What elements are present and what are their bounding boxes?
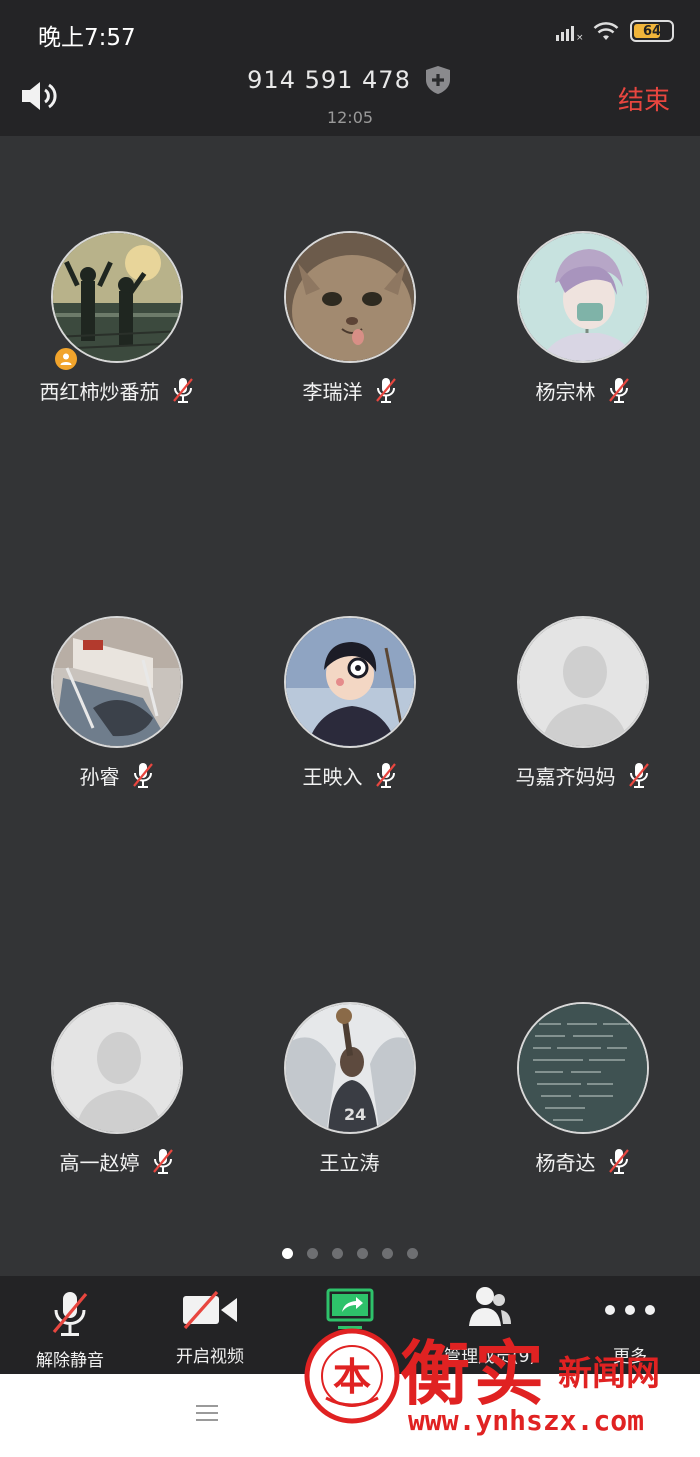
avatar-cartoon-image <box>285 618 414 746</box>
participant-name: 杨宗林 <box>535 379 596 404</box>
avatar-illustration-image <box>518 233 647 361</box>
participant-name-row: 王映入 <box>303 760 397 790</box>
participant-tile[interactable]: 马嘉齐妈妈 <box>466 616 699 790</box>
page-dot[interactable] <box>332 1248 343 1259</box>
video-off-icon <box>183 1290 237 1330</box>
avatar <box>516 616 649 748</box>
participant-grid: 西红柿炒番茄 李瑞洋 杨宗林 孙睿 王映入 马嘉齐妈妈 高一赵婷 24 王立涛 … <box>0 136 700 1276</box>
menu-icon[interactable] <box>196 1404 218 1422</box>
battery-icon: 64 <box>630 20 674 42</box>
participant-name: 高一赵婷 <box>59 1150 140 1175</box>
mic-muted-icon <box>628 763 649 788</box>
watermark-subtitle: 新闻网 <box>558 1354 660 1394</box>
mic-muted-icon <box>375 378 396 403</box>
school-seal-logo: 本 <box>304 1328 400 1424</box>
avatar <box>283 616 416 748</box>
unmute-button[interactable]: 解除静音 <box>0 1276 140 1374</box>
participant-name: 李瑞洋 <box>302 379 363 404</box>
meeting-id-row[interactable]: 914 591 478 <box>0 64 700 96</box>
avatar-sunset-image <box>52 233 181 361</box>
wifi-icon <box>593 22 619 40</box>
participant-tile[interactable]: 孙睿 <box>0 616 233 790</box>
avatar: 24 <box>283 1002 416 1134</box>
video-button[interactable]: 开启视频 <box>140 1276 280 1374</box>
participant-name-row: 李瑞洋 <box>303 375 397 405</box>
participant-tile[interactable]: 杨奇达 <box>466 1002 699 1176</box>
avatar <box>50 616 183 748</box>
default-avatar-icon <box>518 618 647 746</box>
page-dot[interactable] <box>357 1248 368 1259</box>
participant-tile[interactable]: 西红柿炒番茄 <box>0 231 233 405</box>
avatar-chalkboard-image <box>518 1004 647 1132</box>
page-dot[interactable] <box>307 1248 318 1259</box>
seal-char: 本 <box>333 1354 371 1399</box>
meeting-id: 914 591 478 <box>247 66 411 94</box>
participant-name: 杨奇达 <box>535 1150 596 1175</box>
participant-tile[interactable]: 李瑞洋 <box>233 231 466 405</box>
page-dot[interactable] <box>407 1248 418 1259</box>
participant-name: 西红柿炒番茄 <box>39 379 160 404</box>
signal-icon: × <box>556 21 584 43</box>
avatar <box>516 1002 649 1134</box>
mic-muted-icon <box>608 378 629 403</box>
page-dot[interactable] <box>382 1248 393 1259</box>
mic-muted-icon <box>608 1149 629 1174</box>
status-time: 晚上7:57 <box>38 25 136 51</box>
mic-muted-icon <box>172 378 193 403</box>
watermark-url: www.ynhszx.com <box>408 1404 645 1437</box>
avatar-basketball-image: 24 <box>285 1004 414 1132</box>
mic-muted-icon <box>52 1292 88 1336</box>
end-meeting-button[interactable]: 结束 <box>618 80 670 117</box>
participant-tile[interactable]: 24 王立涛 <box>233 1002 466 1176</box>
participant-name-row: 孙睿 <box>80 760 154 790</box>
status-icons: × 64 <box>556 20 674 43</box>
participant-name-row: 马嘉齐妈妈 <box>516 760 650 790</box>
mic-muted-icon <box>152 1149 173 1174</box>
participant-name-row: 西红柿炒番茄 <box>40 375 194 405</box>
avatar <box>283 231 416 363</box>
participant-tile[interactable]: 王映入 <box>233 616 466 790</box>
avatar-cat-image <box>285 233 414 361</box>
participant-name: 王映入 <box>302 764 363 789</box>
status-bar: 晚上7:57 × 64 <box>0 0 700 62</box>
avatar <box>50 231 183 363</box>
participant-name-row: 王立涛 <box>320 1146 380 1176</box>
video-label: 开启视频 <box>176 1347 244 1367</box>
more-dots-icon <box>605 1305 655 1315</box>
participant-name: 马嘉齐妈妈 <box>515 764 616 789</box>
shield-icon <box>425 66 450 94</box>
participant-tile[interactable]: 杨宗林 <box>466 231 699 405</box>
participant-tile[interactable]: 高一赵婷 <box>0 1002 233 1176</box>
default-avatar-icon <box>52 1004 181 1132</box>
avatar <box>516 231 649 363</box>
page-indicator[interactable] <box>0 1248 700 1259</box>
host-badge <box>53 346 79 372</box>
avatar-room-image <box>52 618 181 746</box>
unmute-label: 解除静音 <box>36 1351 104 1371</box>
watermark: 本 衡实 新闻网 www.ynhszx.com <box>300 1318 700 1457</box>
meeting-timer: 12:05 <box>326 108 374 127</box>
svg-text:24: 24 <box>344 1105 366 1124</box>
participant-name-row: 高一赵婷 <box>60 1146 174 1176</box>
avatar <box>50 1002 183 1134</box>
mic-muted-icon <box>132 763 153 788</box>
battery-level: 64 <box>642 23 662 39</box>
participant-name: 孙睿 <box>79 764 120 789</box>
page-dot-active[interactable] <box>282 1248 293 1259</box>
person-icon <box>60 353 72 365</box>
participant-name-row: 杨宗林 <box>536 375 630 405</box>
mic-muted-icon <box>375 763 396 788</box>
meeting-header: 914 591 478 12:05 结束 <box>0 62 700 136</box>
participant-name: 王立涛 <box>319 1150 380 1175</box>
participant-name-row: 杨奇达 <box>536 1146 630 1176</box>
